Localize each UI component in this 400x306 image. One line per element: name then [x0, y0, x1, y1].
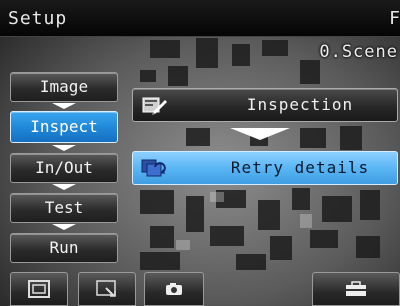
inspection-label: Inspection	[246, 95, 354, 114]
page-title: Setup	[8, 8, 68, 29]
zoom-window-icon	[96, 280, 116, 297]
retry-details-icon	[141, 159, 166, 177]
title-bar: Setup F	[0, 0, 400, 37]
menu-arrow-icon	[52, 103, 76, 109]
retry-details-label: Retry details	[230, 158, 370, 177]
camera-icon	[166, 283, 182, 295]
menu-item-image[interactable]: Image	[10, 72, 118, 102]
retry-details-button[interactable]: Retry details	[132, 151, 398, 185]
menu-arrow-icon	[52, 145, 76, 151]
toolbox-button[interactable]	[312, 272, 400, 306]
scene-label[interactable]: 0.Scene	[319, 42, 398, 62]
menu-item-in-out[interactable]: In/Out	[10, 153, 118, 183]
zoom-window-button[interactable]	[78, 272, 136, 306]
toolbox-icon	[346, 281, 366, 296]
menu-item-run[interactable]: Run	[10, 233, 118, 263]
camera-button[interactable]	[144, 272, 204, 306]
display-frame-icon	[28, 280, 50, 298]
flow-arrow-icon	[230, 128, 290, 140]
inspection-button[interactable]: Inspection	[132, 88, 398, 122]
menu-arrow-icon	[52, 224, 76, 230]
menu-item-inspect[interactable]: Inspect	[10, 111, 118, 143]
menu-item-test[interactable]: Test	[10, 193, 118, 223]
setup-screen: Setup F 0.Scene Image Inspect In/Out Tes…	[0, 0, 400, 306]
display-frame-button[interactable]	[10, 272, 68, 306]
title-right-label: F	[389, 8, 400, 29]
inspection-icon	[142, 97, 167, 115]
menu-arrow-icon	[52, 184, 76, 190]
